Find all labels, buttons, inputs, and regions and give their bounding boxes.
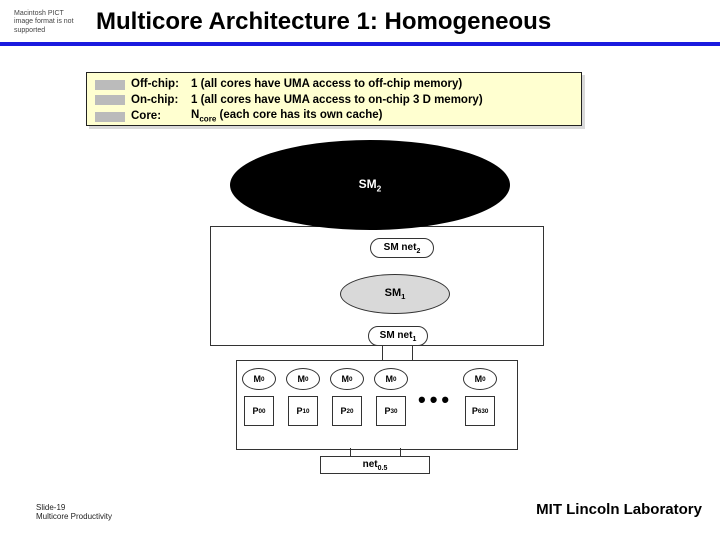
sm2-label: SM2 <box>359 177 382 193</box>
m-ellipse: M0 <box>286 368 320 390</box>
core-row: M0 P00 M0 P10 M0 P20 M0 P30 ••• M0 P630 <box>242 368 497 426</box>
swatch-icon <box>95 95 125 105</box>
sm2-ellipse: SM2 <box>230 140 510 230</box>
core-unit-3: M0 P30 <box>374 368 408 426</box>
smnet2-label: SM net2 <box>384 242 421 255</box>
footer-left: Slide-19 Multicore Productivity <box>36 503 112 522</box>
ncore-sub: core <box>199 114 216 123</box>
swatch-icon <box>95 112 125 122</box>
smnet2-box: SM net2 <box>370 238 434 258</box>
m-ellipse: M0 <box>463 368 497 390</box>
swatch-icon <box>95 80 125 90</box>
net05-box: net0.5 <box>320 456 430 474</box>
info-box-body: Off-chip: 1 (all cores have UMA access t… <box>86 72 582 126</box>
info-value: 1 (all cores have UMA access to off-chip… <box>191 77 462 93</box>
info-value: 1 (all cores have UMA access to on-chip … <box>191 93 483 109</box>
footer-org: MIT Lincoln Laboratory <box>536 501 702 518</box>
core-unit-0: M0 P00 <box>242 368 276 426</box>
page-title: Multicore Architecture 1: Homogeneous <box>96 8 551 36</box>
smnet1-label: SM net1 <box>380 330 417 343</box>
info-row-core: Core: Ncore (each core has its own cache… <box>95 108 573 125</box>
p-box: P630 <box>465 396 495 426</box>
info-label: Core: <box>131 109 191 125</box>
ellipsis-icon: ••• <box>418 381 453 413</box>
smnet1-box: SM net1 <box>368 326 428 346</box>
p-box: P00 <box>244 396 274 426</box>
title-underline <box>0 42 720 46</box>
m-ellipse: M0 <box>374 368 408 390</box>
core-unit-2: M0 P20 <box>330 368 364 426</box>
p-box: P10 <box>288 396 318 426</box>
net05-label: net0.5 <box>363 459 388 472</box>
core-unit-1: M0 P10 <box>286 368 320 426</box>
info-label: Off-chip: <box>131 77 191 93</box>
info-label: On-chip: <box>131 93 191 109</box>
ncore-rest: (each core has its own cache) <box>216 109 382 121</box>
p-box: P20 <box>332 396 362 426</box>
m-ellipse: M0 <box>330 368 364 390</box>
p-box: P30 <box>376 396 406 426</box>
architecture-diagram: SM2 SM net2 SM1 SM net1 M0 P00 M0 P10 M0… <box>150 140 570 476</box>
sm1-ellipse: SM1 <box>340 274 450 314</box>
pict-placeholder: Macintosh PICT image format is not suppo… <box>14 10 78 35</box>
core-unit-last: M0 P630 <box>463 368 497 426</box>
sm1-label: SM1 <box>385 287 406 301</box>
m-ellipse: M0 <box>242 368 276 390</box>
info-box: Off-chip: 1 (all cores have UMA access t… <box>86 72 582 126</box>
info-value: Ncore (each core has its own cache) <box>191 108 382 125</box>
info-row-offchip: Off-chip: 1 (all cores have UMA access t… <box>95 77 573 93</box>
slide-number: Slide-19 <box>36 503 112 513</box>
info-row-onchip: On-chip: 1 (all cores have UMA access to… <box>95 93 573 109</box>
deck-name: Multicore Productivity <box>36 512 112 522</box>
